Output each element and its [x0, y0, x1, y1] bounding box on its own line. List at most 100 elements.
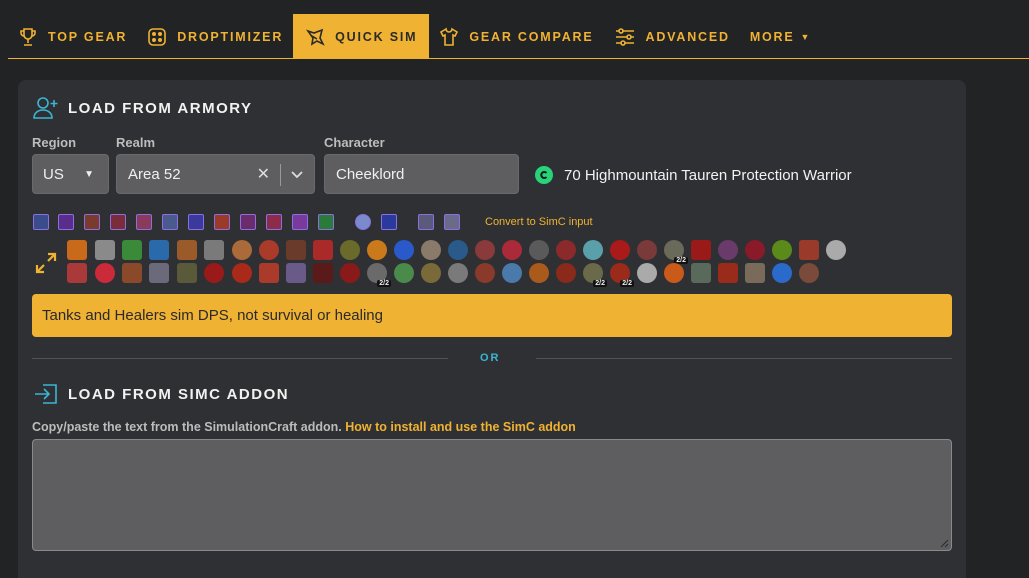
talent-icon[interactable] — [259, 263, 279, 283]
talent-icon[interactable] — [149, 240, 169, 260]
talent-icon[interactable] — [502, 240, 522, 260]
gear-ring1-icon[interactable] — [292, 214, 308, 230]
chevron-down-icon[interactable] — [290, 168, 304, 182]
talent-icon[interactable] — [67, 263, 87, 283]
talent-icon[interactable] — [529, 240, 549, 260]
caret-down-icon: ▼ — [800, 31, 812, 42]
realm-value: Area 52 — [128, 165, 181, 183]
talent-icon[interactable] — [177, 263, 197, 283]
quick-sim-icon — [306, 28, 325, 46]
talent-icon[interactable] — [448, 240, 468, 260]
talent-icon[interactable] — [177, 240, 197, 260]
talent-icon[interactable] — [149, 263, 169, 283]
divider-right — [536, 358, 952, 359]
simc-title-text: LOAD FROM SIMC ADDON — [68, 385, 290, 403]
talent-icon[interactable] — [826, 240, 846, 260]
talent-icon[interactable] — [691, 263, 711, 283]
talent-icon[interactable] — [421, 263, 441, 283]
talent-icon[interactable] — [475, 263, 495, 283]
talent-icon[interactable] — [799, 263, 819, 283]
talent-icon[interactable] — [664, 263, 684, 283]
talent-icon[interactable] — [122, 240, 142, 260]
gear-wrist-icon[interactable] — [162, 214, 178, 230]
nav-more[interactable]: MORE ▼ — [740, 14, 821, 59]
simc-help-text: Copy/paste the text from the SimulationC… — [32, 420, 576, 434]
talent-icon[interactable] — [556, 263, 576, 283]
talent-icon[interactable] — [421, 240, 441, 260]
talent-icon[interactable] — [502, 263, 522, 283]
talent-icon[interactable] — [772, 240, 792, 260]
talent-icon[interactable] — [67, 240, 87, 260]
gear-chest-icon[interactable] — [136, 214, 152, 230]
gear-mainhand-icon[interactable] — [418, 214, 434, 230]
talent-icon[interactable] — [95, 240, 115, 260]
nav-droptimizer[interactable]: DROPTIMIZER — [137, 14, 293, 59]
select-separator — [280, 164, 281, 186]
clear-icon[interactable]: ✕ — [257, 164, 270, 184]
talent-icon[interactable] — [340, 240, 360, 260]
talent-icon[interactable] — [204, 263, 224, 283]
talent-icon[interactable] — [610, 240, 630, 260]
gear-hands-icon[interactable] — [188, 214, 204, 230]
simc-help-link[interactable]: How to install and use the SimC addon — [345, 420, 576, 434]
top-nav: TOP GEAR DROPTIMIZER QUICK SIM GEAR COMP… — [8, 14, 1029, 59]
convert-simc-link[interactable]: Convert to SimC input — [485, 216, 593, 228]
gear-neck-icon[interactable] — [58, 214, 74, 230]
talent-icon[interactable] — [718, 263, 738, 283]
talent-icon[interactable]: 2/2 — [583, 263, 607, 287]
talent-icon[interactable] — [122, 263, 142, 283]
talent-icon[interactable] — [394, 240, 414, 260]
talent-icon[interactable]: 2/2 — [610, 263, 634, 287]
nav-advanced[interactable]: ADVANCED — [604, 14, 740, 59]
character-info-text: 70 Highmountain Tauren Protection Warrio… — [564, 166, 852, 184]
talent-icon[interactable] — [745, 263, 765, 283]
resize-grip-icon[interactable] — [940, 539, 949, 548]
talent-icon[interactable] — [313, 240, 333, 260]
talent-icon[interactable] — [340, 263, 360, 283]
talent-icon[interactable] — [637, 263, 657, 283]
realm-select[interactable]: Area 52 ✕ — [116, 154, 315, 194]
gear-trinket2-icon[interactable] — [381, 214, 397, 230]
talent-icon[interactable] — [286, 263, 306, 283]
character-value: Cheeklord — [336, 165, 405, 183]
nav-gear-compare[interactable]: GEAR COMPARE — [429, 14, 603, 59]
talent-icon[interactable] — [529, 263, 549, 283]
gear-shoulder-icon[interactable] — [84, 214, 100, 230]
gear-back-icon[interactable] — [110, 214, 126, 230]
talent-icon[interactable] — [691, 240, 711, 260]
talent-icon[interactable] — [637, 240, 657, 260]
gear-ring2-icon[interactable] — [318, 214, 334, 230]
talent-icon[interactable] — [95, 263, 115, 283]
talent-icon[interactable] — [799, 240, 819, 260]
gear-offhand-icon[interactable] — [444, 214, 460, 230]
gear-feet-icon[interactable] — [266, 214, 282, 230]
character-input[interactable]: Cheeklord — [324, 154, 519, 194]
talent-icon[interactable] — [313, 263, 333, 283]
talent-icon[interactable] — [232, 263, 252, 283]
talent-icon[interactable] — [475, 240, 495, 260]
talent-icon[interactable] — [772, 263, 792, 283]
region-select[interactable]: US ▼ — [32, 154, 109, 194]
talent-icon[interactable] — [718, 240, 738, 260]
talent-icon[interactable] — [745, 240, 765, 260]
talent-icon[interactable] — [286, 240, 306, 260]
gear-waist-icon[interactable] — [214, 214, 230, 230]
talent-icon[interactable]: 2/2 — [367, 263, 391, 287]
gear-legs-icon[interactable] — [240, 214, 256, 230]
talent-icon[interactable]: 2/2 — [664, 240, 688, 264]
nav-quick-sim[interactable]: QUICK SIM — [293, 14, 430, 59]
simc-textarea[interactable] — [32, 439, 952, 551]
talent-icon[interactable] — [448, 263, 468, 283]
expand-arrows-icon[interactable] — [35, 252, 57, 274]
talent-icon[interactable] — [367, 240, 387, 260]
nav-top-gear[interactable]: TOP GEAR — [8, 14, 137, 59]
talent-icon[interactable] — [556, 240, 576, 260]
gear-head-icon[interactable] — [33, 214, 49, 230]
talent-icon[interactable] — [204, 240, 224, 260]
talent-icon[interactable] — [232, 240, 252, 260]
talent-icon[interactable] — [394, 263, 414, 283]
gear-trinket1-icon[interactable] — [355, 214, 371, 230]
role-warning-banner: Tanks and Healers sim DPS, not survival … — [32, 294, 952, 337]
talent-icon[interactable] — [259, 240, 279, 260]
talent-icon[interactable] — [583, 240, 603, 260]
